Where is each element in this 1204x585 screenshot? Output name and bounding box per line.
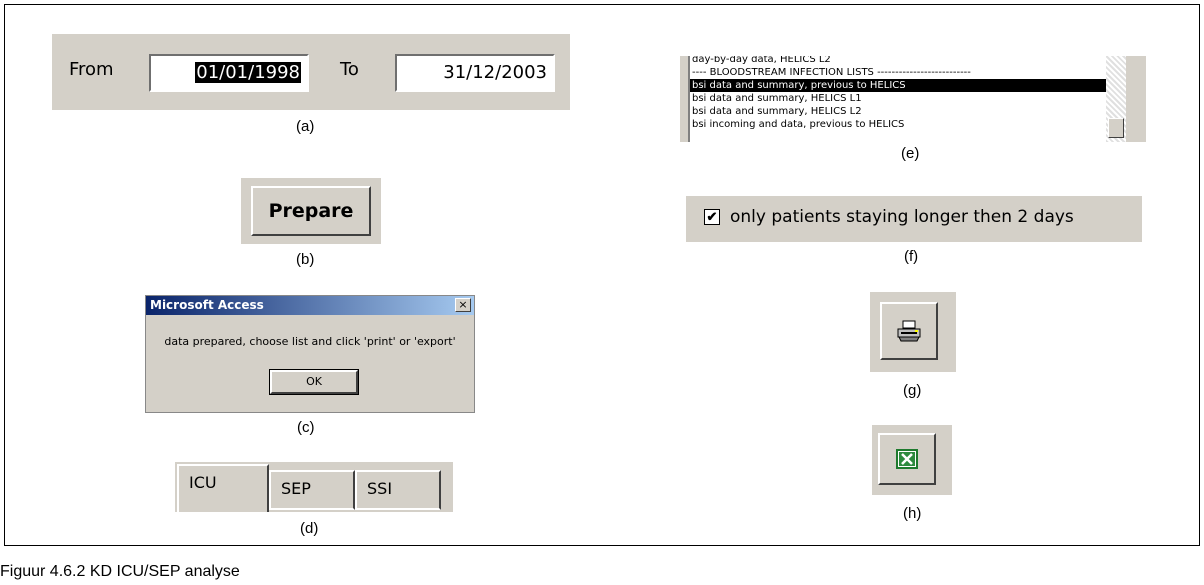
panel-label-e: (e) (901, 145, 920, 162)
tab-label: SSI (367, 479, 393, 498)
panel-label-a: (a) (296, 118, 315, 135)
panel-label-f: (f) (904, 248, 919, 265)
close-icon[interactable]: × (455, 298, 471, 312)
date-range-panel: From 01/01/1998 To 31/12/2003 (52, 34, 570, 110)
panel-label-b: (b) (296, 251, 315, 268)
export-button[interactable] (878, 433, 936, 485)
export-panel (872, 425, 952, 495)
from-label: From (69, 59, 114, 80)
excel-icon (896, 449, 918, 469)
list-scrollbar[interactable] (1106, 56, 1126, 142)
filter-panel: ✔ only patients staying longer then 2 da… (686, 196, 1142, 242)
prepare-button[interactable]: Prepare (251, 186, 371, 236)
filter-checkbox-label: only patients staying longer then 2 days (730, 207, 1074, 227)
list-item-selected[interactable]: bsi data and summary, previous to HELICS (690, 79, 1126, 92)
message-dialog: Microsoft Access × data prepared, choose… (145, 295, 475, 413)
prepare-panel: Prepare (241, 178, 381, 244)
print-button[interactable] (880, 302, 938, 360)
list-item[interactable]: bsi incoming and data, previous to HELIC… (690, 118, 1126, 131)
to-label: To (340, 59, 359, 80)
list-item[interactable]: ---- BLOODSTREAM INFECTION LISTS -------… (690, 66, 1126, 79)
to-date-value: 31/12/2003 (443, 62, 547, 83)
tab-sep[interactable]: SEP (269, 470, 355, 510)
dialog-title: Microsoft Access (150, 298, 264, 312)
from-date-input[interactable]: 01/01/1998 (149, 54, 309, 92)
tab-strip: ICU SEP SSI (175, 462, 453, 512)
from-date-value: 01/01/1998 (195, 62, 301, 83)
tab-label: SEP (281, 479, 311, 498)
report-listbox[interactable]: day-by-day data, HELICS L2 ---- BLOODSTR… (688, 56, 1126, 142)
print-panel (870, 292, 956, 372)
panel-label-d: (d) (300, 520, 319, 537)
to-date-input[interactable]: 31/12/2003 (395, 54, 555, 92)
panel-label-h: (h) (903, 505, 922, 522)
panel-label-g: (g) (903, 382, 922, 399)
figure-caption: Figuur 4.6.2 KD ICU/SEP analyse (0, 563, 240, 580)
filter-checkbox[interactable]: ✔ (704, 209, 720, 225)
list-item[interactable]: day-by-day data, HELICS L2 (690, 56, 1126, 66)
ok-button[interactable]: OK (269, 369, 359, 395)
panel-label-c: (c) (297, 419, 315, 436)
printer-icon (897, 320, 921, 342)
report-list-panel: day-by-day data, HELICS L2 ---- BLOODSTR… (680, 56, 1146, 142)
tab-ssi[interactable]: SSI (355, 470, 441, 510)
dialog-message: data prepared, choose list and click 'pr… (164, 335, 456, 348)
dialog-titlebar: Microsoft Access × (146, 296, 474, 315)
list-item[interactable]: bsi data and summary, HELICS L1 (690, 92, 1126, 105)
list-item[interactable]: bsi data and summary, HELICS L2 (690, 105, 1126, 118)
scrollbar-thumb[interactable] (1108, 118, 1124, 138)
tab-label: ICU (189, 473, 217, 492)
tab-icu[interactable]: ICU (177, 464, 269, 512)
